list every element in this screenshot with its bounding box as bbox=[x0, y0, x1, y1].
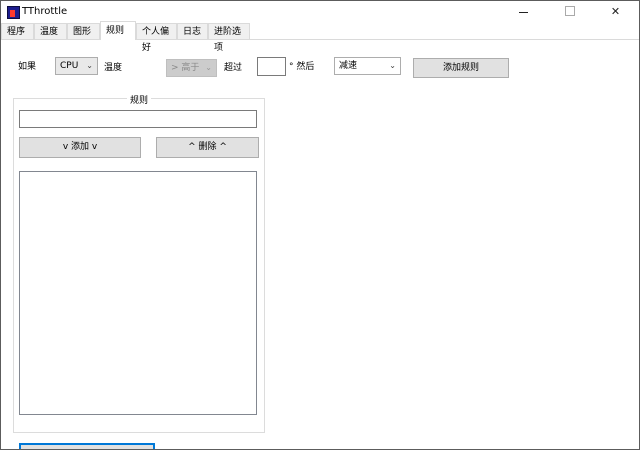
maximize-button[interactable] bbox=[547, 2, 592, 21]
tab-advanced[interactable]: 进阶选项 bbox=[208, 23, 250, 53]
delete-up-button[interactable]: ^ 删除 ^ bbox=[156, 137, 259, 158]
temperature-label: 温度 bbox=[104, 63, 123, 73]
window-title: TThrottle bbox=[22, 6, 68, 17]
tab-programs[interactable]: 程序 bbox=[1, 23, 34, 39]
rules-list[interactable] bbox=[19, 171, 257, 415]
threshold-input[interactable] bbox=[257, 57, 286, 76]
chevron-down-icon: ⌄ bbox=[389, 61, 396, 70]
focused-button[interactable] bbox=[19, 443, 155, 449]
comparison-value: > 高于 bbox=[171, 63, 200, 73]
add-down-button[interactable]: v 添加 v bbox=[19, 137, 141, 158]
exceeds-label: 超过 bbox=[224, 63, 243, 73]
tab-temperature[interactable]: 温度 bbox=[34, 23, 67, 39]
chevron-down-icon: ⌄ bbox=[86, 61, 93, 70]
action-select[interactable]: 减速 ⌄ bbox=[334, 57, 401, 75]
close-icon: ✕ bbox=[610, 5, 621, 18]
chevron-down-icon: ⌄ bbox=[205, 63, 212, 72]
maximize-icon bbox=[564, 6, 575, 16]
minimize-button[interactable] bbox=[501, 2, 546, 21]
tab-divider bbox=[1, 39, 639, 40]
action-value: 减速 bbox=[339, 61, 358, 71]
tab-log[interactable]: 日志 bbox=[177, 23, 208, 39]
comparison-select[interactable]: > 高于 ⌄ bbox=[166, 59, 217, 77]
if-label: 如果 bbox=[18, 62, 37, 72]
app-window: TThrottle ✕ 程序 温度 图形 规则 个人偏好 日志 进阶选项 如果 … bbox=[0, 0, 640, 450]
source-value: CPU bbox=[60, 61, 79, 71]
add-rule-button[interactable]: 添加规则 bbox=[413, 58, 509, 78]
tab-graphs[interactable]: 图形 bbox=[67, 23, 100, 39]
title-bar: TThrottle ✕ bbox=[1, 1, 639, 22]
minimize-icon bbox=[519, 11, 528, 13]
rule-text-input[interactable] bbox=[19, 110, 257, 128]
then-label: ° 然后 bbox=[289, 62, 315, 72]
source-select[interactable]: CPU ⌄ bbox=[55, 57, 98, 75]
rules-group-title: 规则 bbox=[127, 93, 152, 106]
app-icon bbox=[7, 6, 20, 19]
tab-preferences[interactable]: 个人偏好 bbox=[136, 23, 177, 53]
tab-rules[interactable]: 规则 bbox=[100, 21, 136, 40]
close-button[interactable]: ✕ bbox=[593, 2, 638, 21]
